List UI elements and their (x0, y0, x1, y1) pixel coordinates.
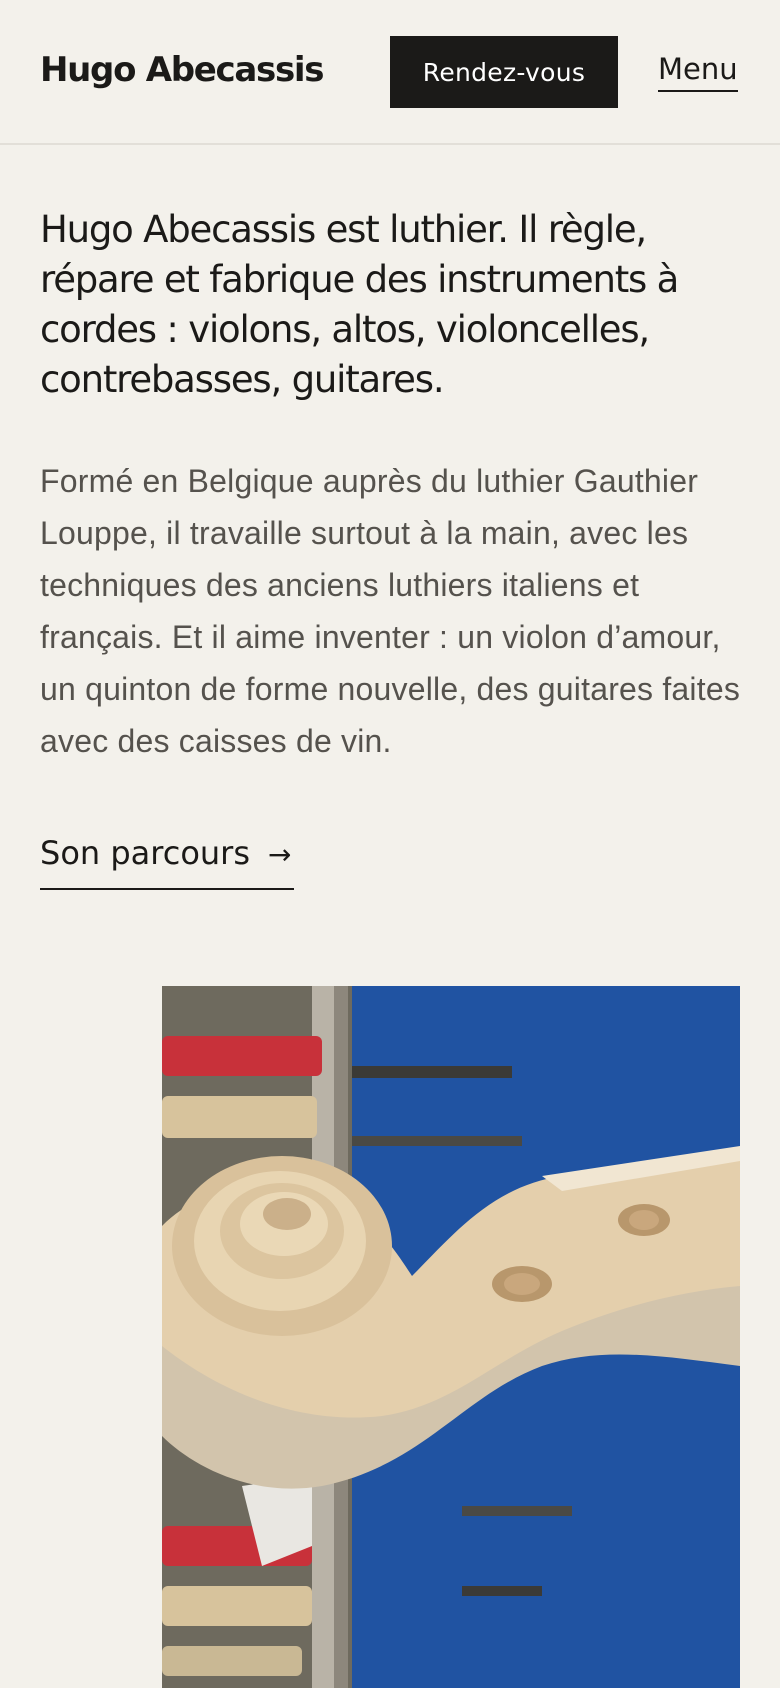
intro-heading: Hugo Abecassis est luthier. Il règle, ré… (40, 208, 679, 401)
site-logo[interactable]: Hugo Abecassis (40, 50, 324, 90)
intro-description: Formé en Belgique auprès du luthier Gaut… (40, 463, 741, 759)
rendez-vous-button[interactable]: Rendez-vous (390, 36, 618, 108)
site-header: Hugo Abecassis Rendez-vous Menu (0, 0, 780, 145)
violin-scroll-image (162, 986, 740, 1688)
arrow-right-icon: → (268, 838, 292, 871)
parcours-link[interactable]: Son parcours → (40, 834, 294, 890)
parcours-link-label: Son parcours (40, 834, 250, 872)
menu-button[interactable]: Menu (658, 52, 738, 92)
workshop-photo (162, 986, 740, 1688)
